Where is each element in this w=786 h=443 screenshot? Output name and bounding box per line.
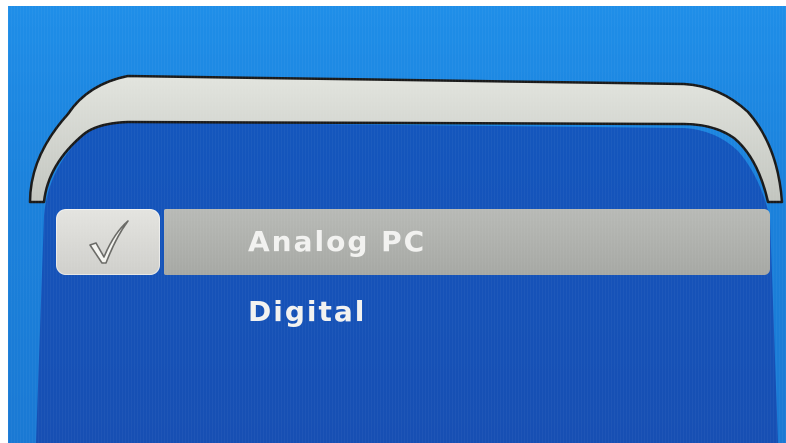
menu-item-digital[interactable]: Digital bbox=[248, 295, 366, 328]
osd-screen: Analog PC Digital bbox=[8, 6, 786, 443]
menu-item-analog-pc[interactable]: Analog PC bbox=[248, 225, 426, 258]
checkmark-icon bbox=[89, 220, 129, 264]
selected-indicator bbox=[56, 209, 160, 275]
menu-panel-body bbox=[36, 122, 778, 443]
